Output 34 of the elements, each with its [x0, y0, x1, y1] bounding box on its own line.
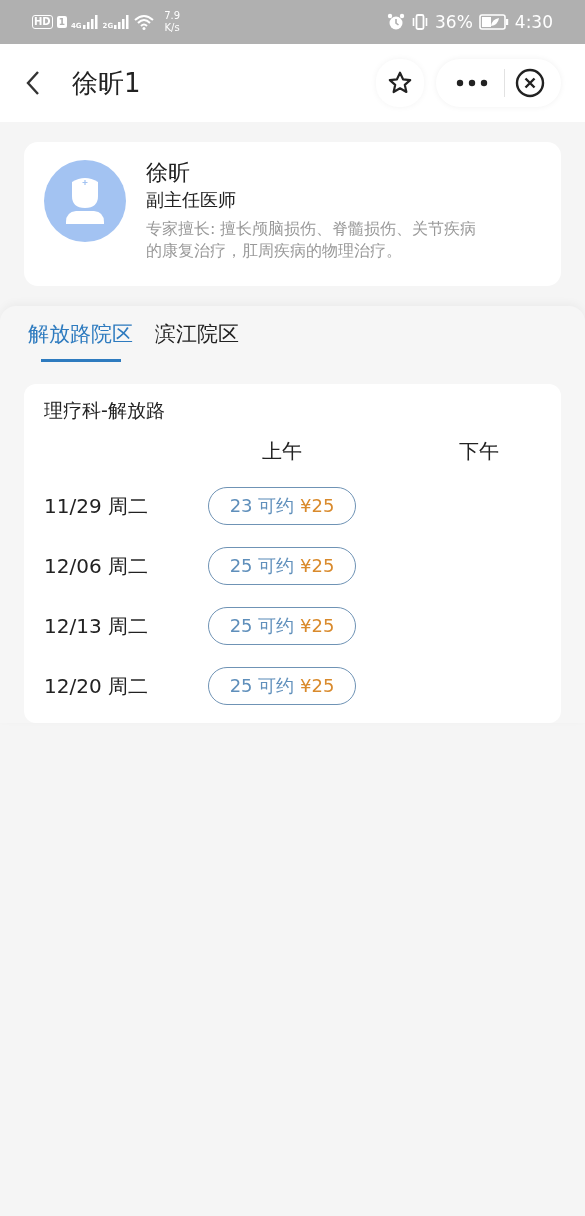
date-label: 12/20 周二: [44, 672, 149, 700]
more-icon: [456, 79, 488, 87]
battery-percent: 36%: [435, 12, 473, 32]
signal-icon: [82, 15, 99, 29]
doctor-avatar-icon: [44, 160, 126, 242]
department-title: 理疗科-解放路: [44, 398, 166, 423]
appointment-slot[interactable]: 25 可约 ¥25: [208, 607, 356, 645]
vibrate-icon: [411, 13, 429, 31]
alarm-icon: [387, 13, 405, 31]
signal-icon: [114, 15, 131, 29]
doctor-name: 徐昕: [146, 159, 191, 187]
wifi-icon: [134, 14, 155, 30]
doctor-specialty: 专家擅长: 擅长颅脑损伤、脊髓损伤、关节疾病的康复治疗，肛周疾病的物理治疗。: [146, 218, 478, 262]
speed-unit: K/s: [164, 22, 180, 34]
battery-icon: [478, 14, 509, 30]
star-icon: [387, 70, 413, 96]
appointment-slot[interactable]: 25 可约 ¥25: [208, 667, 356, 705]
hd-badge: HD: [32, 15, 53, 29]
appointment-slot[interactable]: 25 可约 ¥25: [208, 547, 356, 585]
date-label: 12/13 周二: [44, 612, 149, 640]
favorite-button[interactable]: [376, 59, 424, 107]
doctor-title: 副主任医师: [146, 188, 237, 212]
back-icon[interactable]: [26, 70, 40, 96]
date-label: 12/06 周二: [44, 552, 149, 580]
appointment-slot[interactable]: 23 可约 ¥25: [208, 487, 356, 525]
clock-time: 4:30: [514, 12, 553, 32]
speed-value: 7.9: [164, 10, 181, 22]
campus-tab[interactable]: 滨江院区: [155, 316, 239, 366]
column-header: 上午: [261, 438, 303, 465]
column-header: 下午: [458, 438, 500, 465]
close-icon: [515, 68, 545, 98]
sim-badge: 1: [56, 16, 67, 28]
date-label: 11/29 周二: [44, 492, 149, 520]
page-title: 徐昕1: [72, 66, 141, 100]
